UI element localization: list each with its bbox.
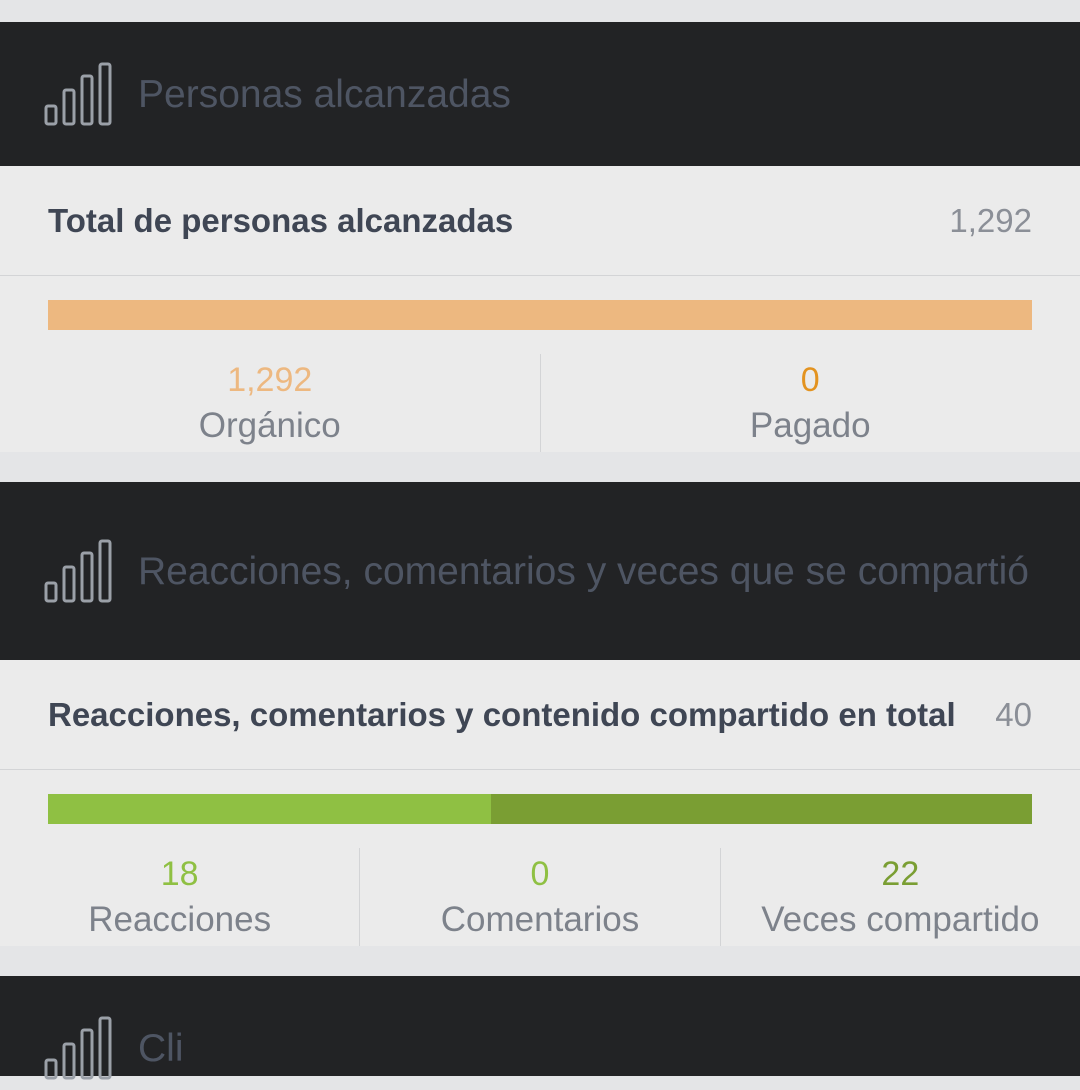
stat-reactions-label: Reacciones xyxy=(88,900,272,939)
stat-comments-label: Comentarios xyxy=(440,900,640,939)
reach-section-title: Personas alcanzadas xyxy=(138,72,511,116)
reach-total-row: Total de personas alcanzadas 1,292 xyxy=(0,166,1080,276)
section-gap xyxy=(0,946,1080,976)
bar-chart-icon xyxy=(44,62,112,126)
reach-card: Total de personas alcanzadas 1,292 1,292… xyxy=(0,166,1080,452)
reach-total-label: Total de personas alcanzadas xyxy=(48,201,514,239)
stat-paid-value: 0 xyxy=(800,361,820,399)
top-gap xyxy=(0,0,1080,22)
clicks-section-header[interactable]: Cli xyxy=(0,976,1080,1080)
section-gap xyxy=(0,452,1080,482)
stat-comments: 0 Comentarios xyxy=(359,848,719,946)
bar-chart-icon xyxy=(44,539,112,603)
engagement-reactions-bar-segment xyxy=(48,794,491,824)
engagement-breakdown-bar xyxy=(48,794,1032,824)
engagement-section-header[interactable]: Reacciones, comentarios y veces que se c… xyxy=(0,482,1080,660)
stat-organic-label: Orgánico xyxy=(198,406,341,445)
bar-chart-icon xyxy=(44,1016,112,1080)
reach-section-header[interactable]: Personas alcanzadas xyxy=(0,22,1080,166)
reach-organic-bar-segment xyxy=(48,300,1032,330)
stat-shares: 22 Veces compartido xyxy=(719,848,1080,946)
engagement-total-label: Reacciones, comentarios y contenido comp… xyxy=(48,695,956,733)
stat-paid-label: Pagado xyxy=(749,406,871,445)
stat-shares-value: 22 xyxy=(881,855,920,893)
reach-breakdown-bar xyxy=(48,300,1032,330)
stat-shares-label: Veces compartido xyxy=(761,900,1040,939)
reach-stats: 1,292 Orgánico 0 Pagado xyxy=(0,330,1080,452)
engagement-total-row: Reacciones, comentarios y contenido comp… xyxy=(0,660,1080,770)
engagement-shares-bar-segment xyxy=(490,794,1032,824)
stat-reactions: 18 Reacciones xyxy=(0,848,359,946)
engagement-card: Reacciones, comentarios y contenido comp… xyxy=(0,660,1080,946)
stat-paid: 0 Pagado xyxy=(539,354,1080,452)
engagement-stats: 18 Reacciones 0 Comentarios 22 Veces com… xyxy=(0,824,1080,946)
stat-organic-value: 1,292 xyxy=(227,361,313,399)
clicks-section-title: Cli xyxy=(138,1027,184,1070)
engagement-total-value: 40 xyxy=(995,695,1032,733)
stat-reactions-value: 18 xyxy=(160,855,199,893)
engagement-section-title: Reacciones, comentarios y veces que se c… xyxy=(138,549,1029,593)
stat-comments-value: 0 xyxy=(530,855,550,893)
stat-organic: 1,292 Orgánico xyxy=(0,354,540,452)
reach-total-value: 1,292 xyxy=(949,201,1032,239)
